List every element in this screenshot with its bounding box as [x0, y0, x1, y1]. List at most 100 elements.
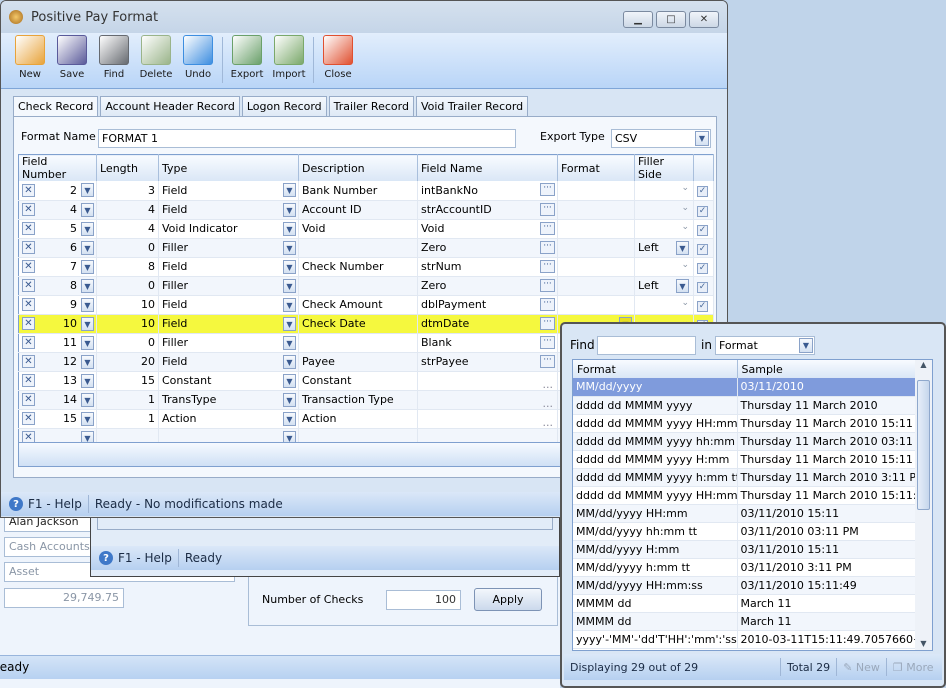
column-header[interactable]: Format [557, 154, 635, 181]
scrollbar-thumb[interactable] [917, 380, 930, 510]
type-cell[interactable]: Field [162, 203, 187, 216]
field-name-cell[interactable]: Zero [421, 279, 446, 292]
list-item[interactable]: MM/dd/yyyy 03/11/2010 [573, 378, 916, 397]
field-number[interactable]: 2 [70, 184, 77, 197]
list-item[interactable]: dddd dd MMMM yyyy HH:mm Thursday 11 March… [573, 414, 916, 433]
format-cell[interactable]: dddd dd MMMM yyyy [573, 396, 738, 415]
active-checkbox[interactable]: ✓ [697, 262, 708, 274]
list-item[interactable]: MM/dd/yyyy HH:mm:ss 03/11/2010 15:11:49 [573, 576, 916, 595]
chevron-down-icon[interactable]: ▼ [676, 240, 689, 255]
list-item[interactable]: MMMM dd March 11 [573, 594, 916, 613]
field-number[interactable]: 15 [63, 412, 77, 425]
type-cell[interactable]: Filler [162, 241, 188, 254]
chevron-down-icon[interactable]: ▼ [81, 411, 94, 426]
chevron-down-icon[interactable]: ▼ [81, 373, 94, 388]
column-header[interactable]: Description [298, 154, 418, 181]
format-cell[interactable]: MM/dd/yyyy hh:mm tt [573, 522, 738, 541]
description-cell[interactable]: Action [298, 409, 418, 429]
format-cell[interactable]: MM/dd/yyyy h:mm tt [573, 558, 738, 577]
sample-cell[interactable]: Thursday 11 March 2010 15:11:49 [737, 486, 916, 505]
active-checkbox[interactable]: ✓ [697, 300, 708, 312]
import-button[interactable]: Import [268, 33, 310, 88]
description-cell[interactable]: Check Date [298, 314, 418, 334]
ellipsis-button[interactable]: ··· [540, 316, 555, 330]
amount-field[interactable]: 29,749.75 [4, 588, 124, 608]
format-cell[interactable]: dddd dd MMMM yyyy HH:mm:ss [573, 486, 738, 505]
chevron-down-icon[interactable]: ▼ [81, 392, 94, 407]
type-cell[interactable]: Field [162, 260, 187, 273]
tab-account-header-record[interactable]: Account Header Record [100, 96, 240, 117]
format-cell[interactable]: dddd dd MMMM yyyy H:mm [573, 450, 738, 469]
sample-cell[interactable]: March 11 [737, 612, 916, 631]
list-item[interactable]: dddd dd MMMM yyyy h:mm tt Thursday 11 Mar… [573, 468, 916, 487]
ellipsis-button[interactable]: ··· [540, 297, 555, 311]
list-item[interactable]: dddd dd MMMM yyyy H:mm Thursday 11 March … [573, 450, 916, 469]
active-checkbox[interactable]: ✓ [697, 224, 708, 236]
chevron-down-icon[interactable]: ▼ [283, 183, 296, 197]
export-type-select[interactable]: CSV ▼ [611, 129, 711, 148]
table-row[interactable]: ✕ 7 ▼ 8 Field ▼ Check Number strNum ··· ⌄ ✓ [18, 257, 714, 277]
chevron-down-icon[interactable]: ▼ [81, 259, 94, 274]
chevron-down-icon[interactable]: ▼ [283, 316, 296, 331]
chevron-down-icon[interactable]: ▼ [283, 373, 296, 388]
description-cell[interactable]: Void [298, 219, 418, 239]
table-row[interactable]: ✕ 4 ▼ 4 Field ▼ Account ID strAccountID ··· ⌄ ✓ [18, 200, 714, 220]
minimize-button[interactable]: ▁ [623, 11, 653, 28]
format-cell[interactable]: yyyy'-'MM'-'dd'T'HH':'mm':'ss.fffff [573, 630, 738, 649]
length-cell[interactable]: 3 [96, 181, 159, 201]
type-cell[interactable]: TransType [162, 393, 216, 406]
format-cell[interactable]: MMMM dd [573, 612, 738, 631]
active-checkbox[interactable]: ✓ [697, 281, 708, 293]
delete-row-icon[interactable]: ✕ [22, 412, 35, 426]
filler-side-cell[interactable]: Left [638, 279, 659, 292]
description-cell[interactable] [298, 276, 418, 296]
sample-cell[interactable]: 03/11/2010 3:11 PM [737, 558, 916, 577]
description-cell[interactable]: Bank Number [298, 181, 418, 201]
help-label[interactable]: F1 - Help [28, 497, 82, 511]
field-name-cell[interactable]: strAccountID [421, 203, 492, 216]
delete-row-icon[interactable]: ✕ [22, 336, 35, 350]
scroll-up-icon[interactable]: ▲ [915, 360, 932, 369]
length-cell[interactable]: 15 [96, 371, 159, 391]
field-number[interactable]: 11 [63, 336, 77, 349]
field-number[interactable]: 4 [70, 203, 77, 216]
field-name-cell[interactable]: dtmDate [421, 317, 469, 330]
format-name-input[interactable]: FORMAT 1 [98, 129, 516, 148]
field-name-cell[interactable]: strPayee [421, 355, 469, 368]
length-cell[interactable]: 1 [96, 409, 159, 429]
format-cell[interactable]: dddd dd MMMM yyyy HH:mm [573, 414, 738, 433]
chevron-down-icon[interactable]: ▼ [283, 354, 296, 369]
maximize-button[interactable]: □ [656, 11, 686, 28]
chevron-down-icon[interactable]: ▼ [81, 278, 94, 293]
delete-row-icon[interactable]: ✕ [22, 241, 35, 255]
description-cell[interactable] [298, 238, 418, 258]
apply-button[interactable]: Apply [474, 588, 542, 611]
field-number[interactable]: 9 [70, 298, 77, 311]
vertical-scrollbar[interactable]: ▲ ▼ [915, 360, 932, 650]
description-cell[interactable]: Account ID [298, 200, 418, 220]
number-of-checks-input[interactable]: 100 [386, 590, 461, 610]
type-cell[interactable]: Field [162, 298, 187, 311]
sample-cell[interactable]: Thursday 11 March 2010 15:11 [737, 450, 916, 469]
type-cell[interactable]: Field [162, 184, 187, 197]
delete-row-icon[interactable]: ✕ [22, 260, 35, 274]
chevron-down-icon[interactable]: ▼ [81, 221, 94, 236]
sample-cell[interactable]: Thursday 11 March 2010 03:11 PM [737, 432, 916, 451]
type-cell[interactable]: Filler [162, 279, 188, 292]
list-item[interactable]: yyyy'-'MM'-'dd'T'HH':'mm':'ss.fffff2010-… [573, 630, 916, 649]
sample-cell[interactable]: 03/11/2010 15:11 [737, 540, 916, 559]
column-header[interactable]: Length [96, 154, 159, 181]
column-header[interactable]: Field Name [417, 154, 558, 181]
field-number[interactable]: 13 [63, 374, 77, 387]
chevron-down-icon[interactable]: ▼ [81, 240, 94, 255]
delete-row-icon[interactable]: ✕ [22, 279, 35, 293]
description-cell[interactable]: Payee [298, 352, 418, 372]
length-cell[interactable]: 8 [96, 257, 159, 277]
chevron-down-icon[interactable]: ▼ [283, 411, 296, 426]
ellipsis-button[interactable]: ··· [540, 278, 555, 292]
list-item[interactable]: MM/dd/yyyy HH:mm 03/11/2010 15:11 [573, 504, 916, 523]
format-cell[interactable]: MM/dd/yyyy [573, 378, 738, 397]
length-cell[interactable]: 10 [96, 295, 159, 315]
format-cell[interactable]: MM/dd/yyyy HH:mm [573, 504, 738, 523]
column-header[interactable]: Filler Side [634, 154, 694, 181]
